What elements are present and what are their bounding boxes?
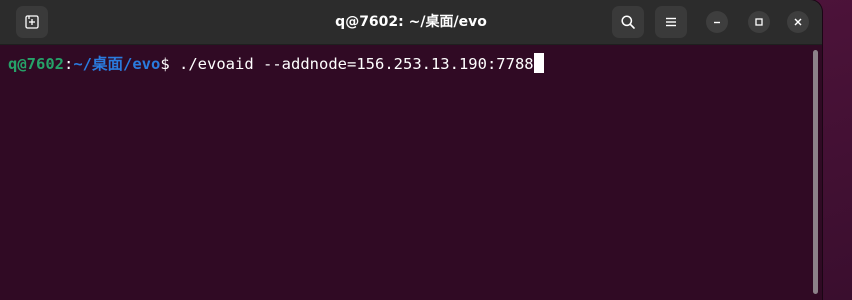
prompt-symbol: $ [160, 55, 170, 73]
terminal-window: q@7602: ~/桌面/evo q@7602:~/桌面/evo$ ./evoa… [0, 0, 822, 300]
minimize-button[interactable] [706, 11, 728, 33]
maximize-button[interactable] [748, 11, 770, 33]
new-tab-button[interactable] [16, 6, 48, 38]
prompt-user-host: q@7602 [8, 55, 64, 73]
command-text: ./evoaid --addnode=156.253.13.190:7788 [169, 55, 534, 73]
search-icon [621, 15, 635, 29]
minimize-icon [714, 21, 720, 24]
prompt-colon: : [64, 55, 74, 73]
search-button[interactable] [612, 6, 644, 38]
prompt-path: ~/桌面/evo [73, 55, 161, 73]
prompt-line: q@7602:~/桌面/evo$ ./evoaid --addnode=156.… [8, 53, 544, 75]
new-tab-icon [25, 15, 39, 29]
scrollbar[interactable] [813, 50, 818, 294]
text-cursor [533, 53, 544, 73]
close-button[interactable] [787, 11, 809, 33]
menu-button[interactable] [655, 6, 687, 38]
title-bar[interactable]: q@7602: ~/桌面/evo [0, 0, 822, 45]
maximize-icon [755, 18, 763, 26]
window-title: q@7602: ~/桌面/evo [335, 14, 487, 30]
hamburger-menu-icon [666, 17, 676, 27]
terminal-output-area[interactable]: q@7602:~/桌面/evo$ ./evoaid --addnode=156.… [0, 45, 822, 300]
close-icon [794, 18, 802, 26]
